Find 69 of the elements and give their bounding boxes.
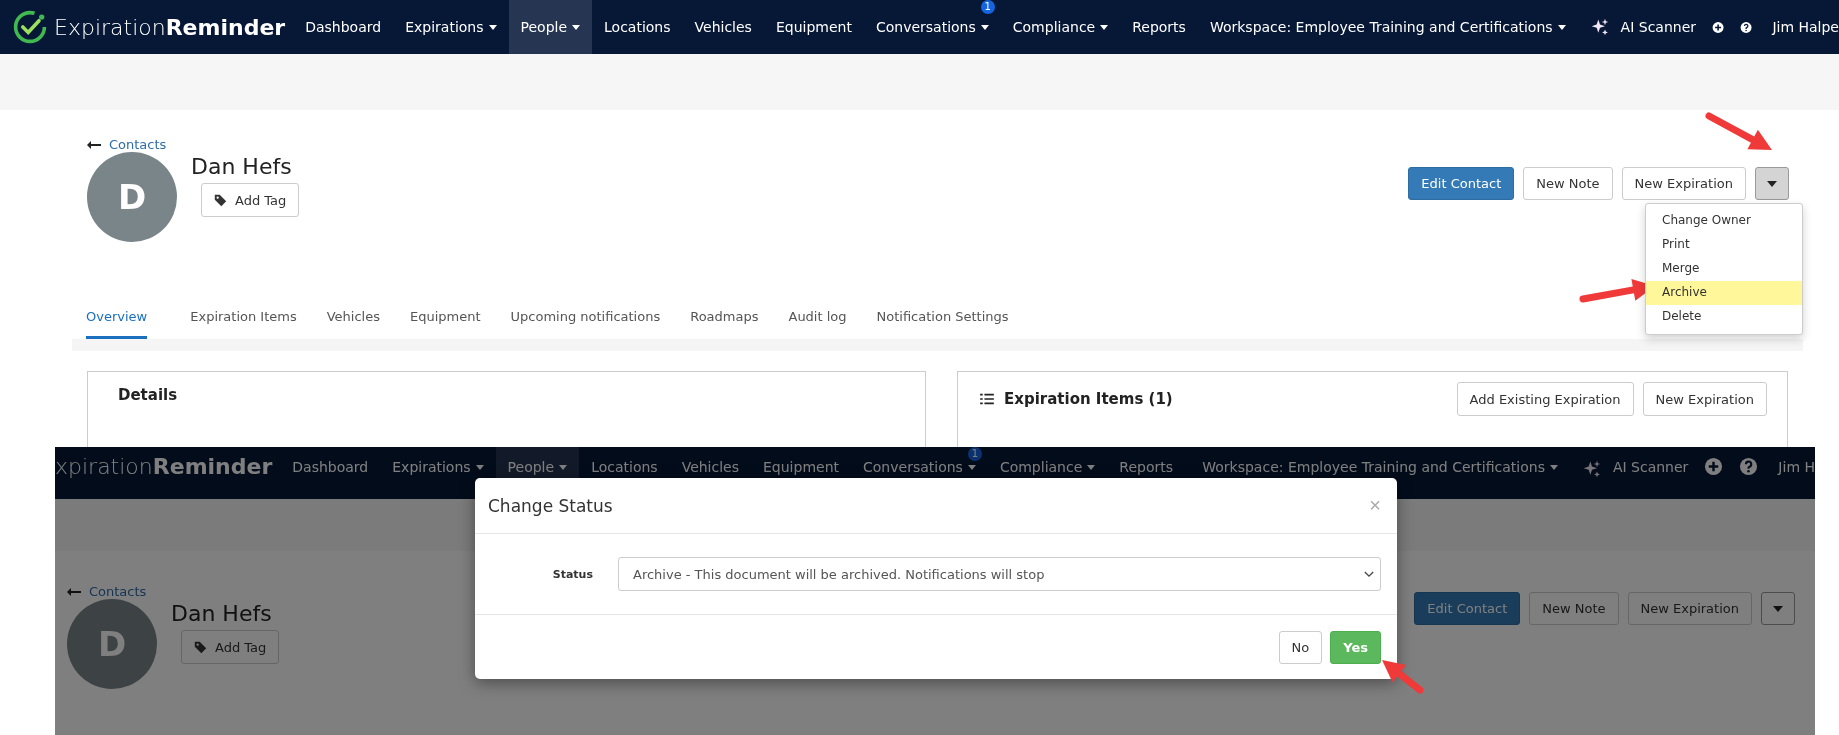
nav-item[interactable]: Conversations 1	[851, 447, 988, 499]
ai-scanner-link[interactable]: AI Scanner	[1577, 0, 1705, 54]
action-button[interactable]: New Expiration	[1627, 592, 1752, 625]
chevron-down-icon	[1364, 570, 1374, 578]
add-tag-button[interactable]: Add Tag	[201, 183, 300, 217]
nav-item[interactable]: Compliance	[1000, 0, 1121, 54]
tab[interactable]: Upcoming notifications	[497, 300, 674, 339]
contact-name: Dan Hefs	[191, 154, 292, 179]
caret-icon	[1549, 465, 1558, 470]
tab[interactable]: Equipment	[396, 300, 494, 339]
nav-item[interactable]: Equipment	[763, 0, 864, 54]
more-button[interactable]	[1761, 592, 1795, 625]
caret-icon	[1773, 605, 1783, 612]
card-button[interactable]: Add Existing Expiration	[1456, 382, 1634, 416]
edit-contact-button[interactable]: Edit Contact	[1408, 167, 1515, 200]
menu-item[interactable]: Merge	[1646, 257, 1802, 281]
annotation-arrow	[1382, 660, 1424, 694]
action-button[interactable]: New Expiration	[1621, 167, 1746, 200]
action-button[interactable]: New Note	[1529, 592, 1619, 625]
workspace-menu[interactable]: Workspace: Employee Training and Certifications	[1197, 0, 1578, 54]
arrow-left-icon	[67, 587, 81, 596]
nav-item[interactable]: People	[508, 0, 593, 54]
contact-name: Dan Hefs	[171, 601, 272, 626]
status-select[interactable]: Archive - This document will be archived. Notifications will stop	[618, 557, 1381, 591]
nav-item[interactable]: Reports	[1120, 0, 1198, 54]
user-menu[interactable]: Jim H	[1766, 447, 1815, 499]
caret-icon	[1767, 180, 1777, 187]
nav-item[interactable]: Conversations 1	[863, 0, 1001, 54]
tag-icon	[214, 193, 227, 207]
nav-item[interactable]: Compliance	[987, 447, 1108, 499]
list-icon	[980, 393, 994, 405]
ai-scanner-link[interactable]: AI Scanner	[1569, 447, 1697, 499]
caret-icon	[1557, 24, 1566, 30]
cancel-button[interactable]: No	[1278, 630, 1323, 664]
action-button[interactable]: New Note	[1523, 167, 1613, 200]
notification-badge: 1	[967, 447, 982, 461]
tab[interactable]: Expiration Items	[177, 300, 310, 339]
card-button[interactable]: New Expiration	[1642, 382, 1767, 416]
help-icon	[1739, 456, 1759, 476]
tab[interactable]: Notification Settings	[863, 300, 1022, 339]
add-tag-button[interactable]: Add Tag	[181, 630, 280, 664]
notification-badge: 1	[980, 0, 995, 14]
menu-item[interactable]: Delete	[1646, 305, 1802, 329]
back-link[interactable]: Contacts	[87, 137, 300, 152]
avatar: D	[67, 599, 157, 689]
tab[interactable]: Roadmaps	[677, 300, 772, 339]
card-title: Expiration Items (1)	[1004, 390, 1173, 408]
menu-item[interactable]: Print	[1646, 233, 1802, 257]
more-button[interactable]	[1755, 167, 1789, 200]
nav-item[interactable]: Locations	[592, 0, 683, 54]
field-label: Status	[551, 567, 593, 581]
menu-item[interactable]: Archive	[1646, 281, 1802, 305]
logo-text: xpirationReminder	[55, 454, 273, 479]
tag-icon	[194, 640, 207, 654]
select-value: Archive - This document will be archived. Notifications will stop	[633, 566, 1045, 582]
nav-item[interactable]: Expirations	[393, 0, 509, 54]
tab[interactable]: Vehicles	[313, 300, 393, 339]
annotation-arrow	[1705, 112, 1772, 150]
logo-text: ExpirationReminder	[54, 14, 286, 40]
nav-item[interactable]: Dashboard	[280, 447, 381, 499]
menu-item[interactable]: Change Owner	[1646, 209, 1802, 233]
arrow-left-icon	[87, 140, 101, 149]
tab[interactable]: Audit log	[775, 300, 860, 339]
avatar: D	[87, 152, 177, 242]
nav-item[interactable]: Dashboard	[293, 0, 394, 54]
nav-item[interactable]: Vehicles	[682, 0, 764, 54]
add-icon	[1704, 456, 1724, 476]
user-menu[interactable]: Jim Halpe	[1760, 0, 1839, 54]
card-title: Details	[118, 385, 178, 404]
